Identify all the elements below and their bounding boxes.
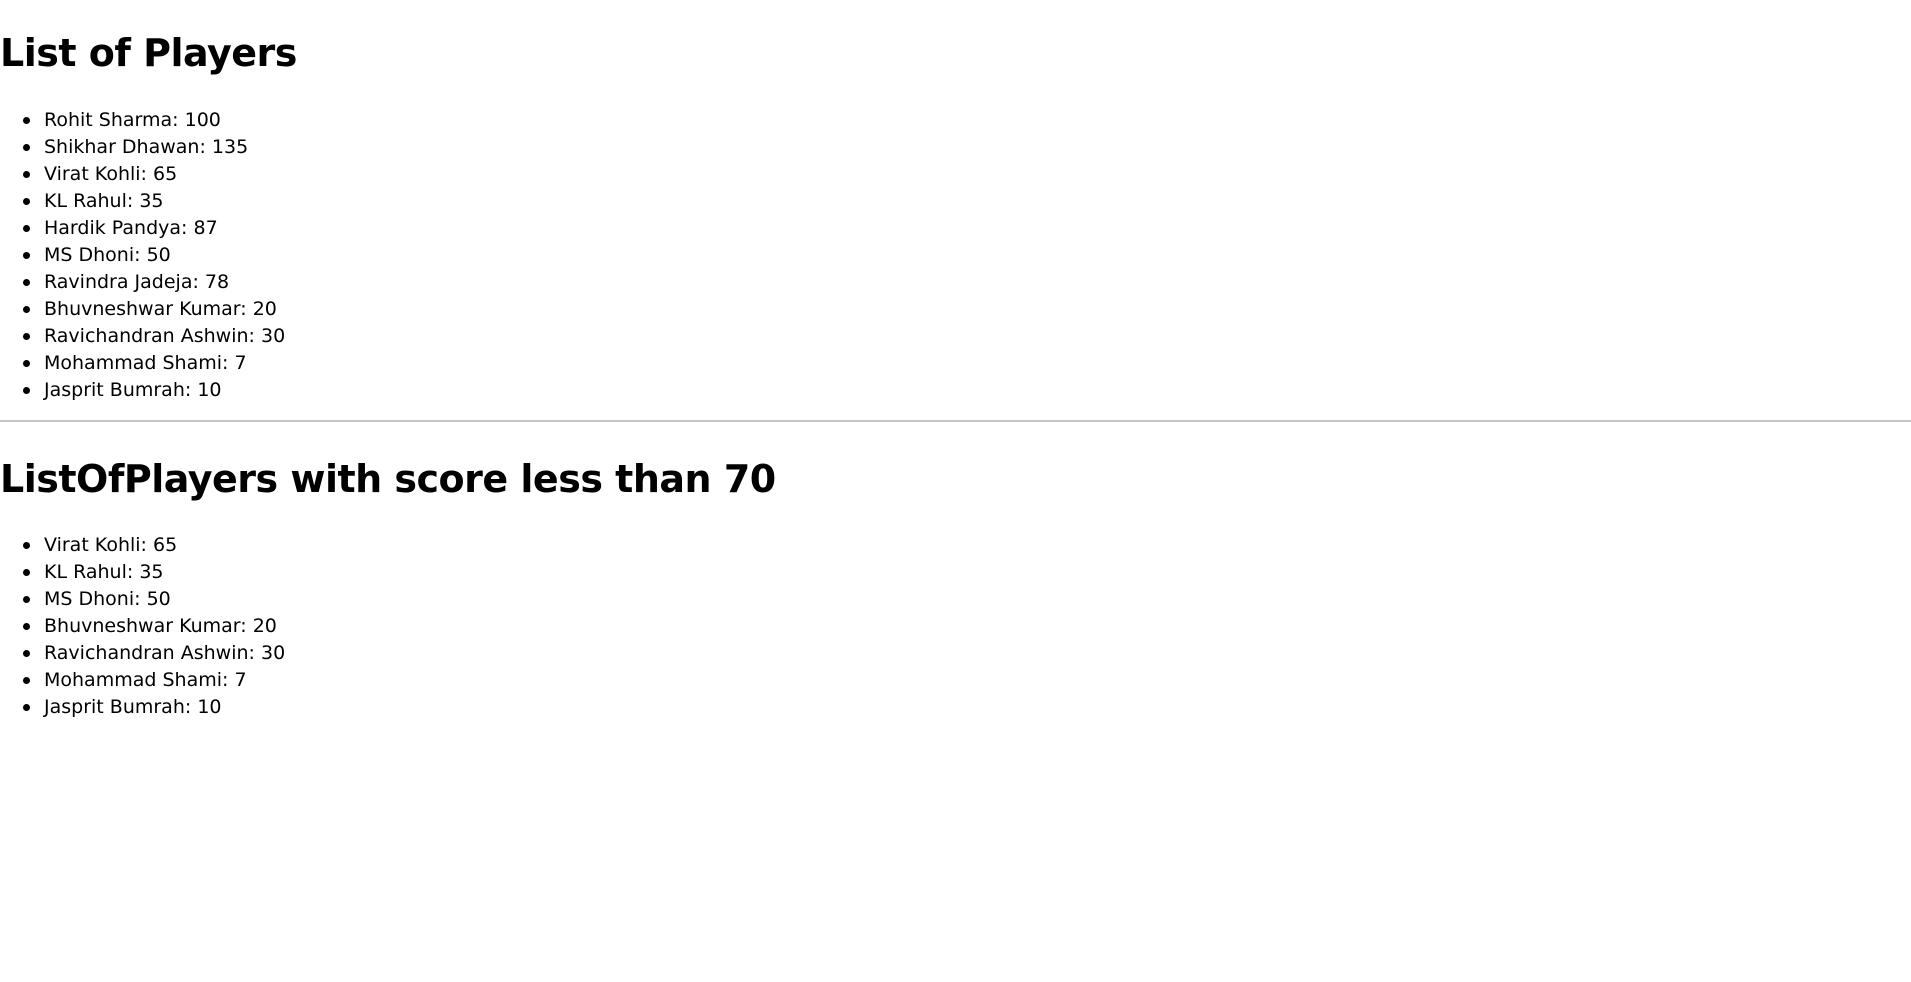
list-item: Rohit Sharma: 100 [0,107,285,134]
bullet-icon [23,117,30,124]
player-score: 100 [184,109,221,131]
bullet-icon [23,171,30,178]
bullet-icon [23,677,30,684]
bullet-icon [23,704,30,711]
list-item: Ravichandran Ashwin: 30 [0,640,285,667]
player-name: Shikhar Dhawan [44,136,200,158]
player-name: MS Dhoni [44,244,135,266]
list-item: Jasprit Bumrah: 10 [0,694,285,721]
player-score: 65 [153,534,178,556]
bullet-icon [23,387,30,394]
player-name: Virat Kohli [44,534,141,556]
player-name: KL Rahul [44,190,127,212]
list-item: KL Rahul: 35 [0,188,285,215]
player-score: 50 [146,244,171,266]
player-name: Ravindra Jadeja [44,271,193,293]
player-score: 35 [139,561,164,583]
player-name: Bhuvneshwar Kumar [44,298,241,320]
bullet-icon [23,198,30,205]
page-title-filtered-players: ListOfPlayers with score less than 70 [0,457,776,501]
player-name: Mohammad Shami [44,352,222,374]
player-score: 7 [234,669,247,691]
bullet-icon [23,569,30,576]
player-name: Ravichandran Ashwin [44,325,249,347]
player-score: 87 [193,217,218,239]
bullet-icon [23,360,30,367]
list-item: KL Rahul: 35 [0,559,285,586]
player-name: Jasprit Bumrah [44,379,185,401]
list-item: Virat Kohli: 65 [0,532,285,559]
player-score: 30 [260,325,286,347]
player-score: 30 [260,642,286,664]
bullet-icon [23,252,30,259]
list-item: Bhuvneshwar Kumar: 20 [0,296,285,323]
list-item: MS Dhoni: 50 [0,242,285,269]
player-name: Rohit Sharma [44,109,173,131]
bullet-icon [23,650,30,657]
list-item: Shikhar Dhawan: 135 [0,134,285,161]
bullet-icon [23,623,30,630]
bullet-icon [23,542,30,549]
player-score: 10 [197,379,222,401]
bullet-icon [23,596,30,603]
player-score: 35 [139,190,164,212]
player-score: 7 [234,352,247,374]
player-score: 135 [211,136,249,158]
list-item: Mohammad Shami: 7 [0,667,285,694]
player-name: KL Rahul [44,561,127,583]
player-name: Mohammad Shami [44,669,222,691]
all-players-list: Rohit Sharma: 100 Shikhar Dhawan: 135 Vi… [0,107,285,404]
page-title-all-players: List of Players [0,31,297,75]
player-score: 20 [252,298,277,320]
player-score: 10 [197,696,222,718]
player-name: Bhuvneshwar Kumar [44,615,241,637]
list-item: Ravindra Jadeja: 78 [0,269,285,296]
bullet-icon [23,333,30,340]
list-item: Bhuvneshwar Kumar: 20 [0,613,285,640]
player-name: Hardik Pandya [44,217,182,239]
list-item: Mohammad Shami: 7 [0,350,285,377]
bullet-icon [23,279,30,286]
player-score: 50 [146,588,171,610]
bullet-icon [23,306,30,313]
list-item: Ravichandran Ashwin: 30 [0,323,285,350]
list-item: Virat Kohli: 65 [0,161,285,188]
player-name: Ravichandran Ashwin [44,642,249,664]
list-item: MS Dhoni: 50 [0,586,285,613]
list-item: Jasprit Bumrah: 10 [0,377,285,404]
player-name: Jasprit Bumrah [44,696,185,718]
player-score: 65 [153,163,178,185]
player-name: Virat Kohli [44,163,141,185]
player-name: MS Dhoni [44,588,135,610]
section-divider [0,420,1911,422]
filtered-players-list: Virat Kohli: 65 KL Rahul: 35 MS Dhoni: 5… [0,532,285,721]
player-score: 20 [252,615,277,637]
list-item: Hardik Pandya: 87 [0,215,285,242]
bullet-icon [23,225,30,232]
player-score: 78 [204,271,230,293]
bullet-icon [23,144,30,151]
